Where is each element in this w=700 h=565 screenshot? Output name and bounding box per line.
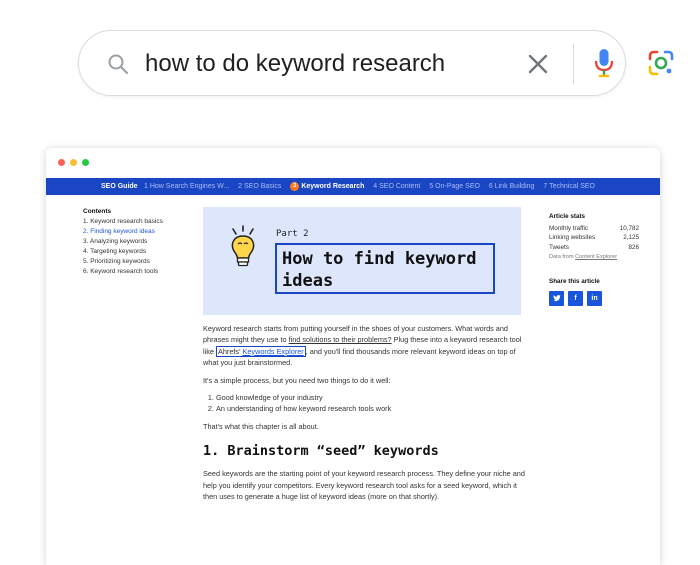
- search-divider: [573, 44, 574, 84]
- google-lens-icon[interactable]: [647, 49, 675, 77]
- guide-navbar: SEO Guide 1 How Search Engines W... 2 SE…: [46, 178, 660, 195]
- nav-item-3-label: Keyword Research: [301, 183, 365, 190]
- window-minimize-button[interactable]: [70, 159, 77, 166]
- paragraph-simple-process: It's a simple process, but you need two …: [203, 375, 391, 385]
- toc-title: Contents: [83, 208, 112, 215]
- stat-value: 2,125: [623, 234, 639, 241]
- lightbulb-icon: [231, 225, 255, 267]
- link-text: Keywords Explorer: [242, 346, 304, 356]
- toc-item-active[interactable]: 2. Finding keyword ideas: [83, 227, 203, 237]
- twitter-icon: [552, 295, 561, 302]
- nav-items: 1 How Search Engines W... 2 SEO Basics 3…: [144, 178, 602, 195]
- stat-row-traffic: Monthly traffic 10,782: [549, 224, 639, 234]
- window-titlebar: [46, 148, 660, 178]
- share-buttons: f in: [549, 291, 639, 306]
- nav-item-4[interactable]: 4 SEO Content: [373, 178, 420, 195]
- stat-value: 10,782: [619, 224, 639, 232]
- stats-source: Data from Content Explorer: [549, 253, 639, 263]
- facebook-share-button[interactable]: f: [568, 291, 583, 306]
- list-item: Good knowledge of your industry: [216, 392, 529, 403]
- nav-brand[interactable]: SEO Guide: [101, 178, 138, 195]
- keywords-explorer-link[interactable]: Ahrefs' Keywords Explorer: [215, 345, 306, 357]
- content-explorer-link[interactable]: Content Explorer: [575, 254, 617, 260]
- article-body: Keyword research starts from putting you…: [203, 323, 529, 508]
- stat-label: Tweets: [549, 243, 569, 251]
- source-prefix: Data from: [549, 254, 576, 260]
- chapter-hero: Part 2 How to find keyword ideas: [203, 207, 521, 315]
- stat-value: 826: [628, 243, 639, 251]
- stat-label: Linking websites: [549, 234, 596, 241]
- browser-window: SEO Guide 1 How Search Engines W... 2 SE…: [46, 148, 660, 565]
- page-title: How to find keyword ideas: [275, 243, 495, 294]
- clear-icon[interactable]: [525, 51, 551, 77]
- nav-item-2[interactable]: 2 SEO Basics: [238, 178, 281, 195]
- stat-row-linking: Linking websites 2,125: [549, 233, 639, 243]
- search-input[interactable]: how to do keyword research: [145, 48, 445, 80]
- nav-item-5[interactable]: 5 On-Page SEO: [429, 178, 480, 195]
- stats-title: Article stats: [549, 213, 586, 220]
- nav-item-6[interactable]: 6 Link Building: [489, 178, 535, 195]
- link-prefix: Ahrefs': [217, 346, 243, 356]
- list-item: An understanding of how keyword research…: [216, 403, 529, 414]
- toc-item[interactable]: 5. Prioritizing keywords: [83, 257, 203, 267]
- share-title: Share this article: [549, 277, 600, 285]
- search-bar[interactable]: how to do keyword research: [78, 30, 674, 96]
- stat-label: Monthly traffic: [549, 224, 589, 232]
- toc-item[interactable]: 3. Analyzing keywords: [83, 237, 203, 247]
- nav-item-7[interactable]: 7 Technical SEO: [543, 178, 595, 195]
- toc-item[interactable]: 4. Targeting keywords: [83, 247, 203, 257]
- chapter-part-label: Part 2: [276, 229, 309, 239]
- microphone-icon[interactable]: [593, 47, 615, 79]
- toc-item[interactable]: 6. Keyword research tools: [83, 267, 203, 277]
- window-close-button[interactable]: [58, 159, 65, 166]
- section-heading: 1. Brainstorm “seed” keywords: [203, 443, 439, 460]
- linkedin-share-button[interactable]: in: [587, 291, 602, 306]
- intro-underlined-text: find solutions to their problems?: [288, 335, 392, 345]
- table-of-contents: Contents 1. Keyword research basics 2. F…: [83, 207, 203, 277]
- toc-item[interactable]: 1. Keyword research basics: [83, 217, 203, 227]
- stat-row-tweets: Tweets 826: [549, 243, 639, 253]
- nav-item-1[interactable]: 1 How Search Engines W...: [144, 178, 229, 195]
- nav-item-3[interactable]: 3 Keyword Research: [290, 178, 364, 195]
- article-stats-panel: Article stats Monthly traffic 10,782 Lin…: [549, 212, 639, 306]
- window-maximize-button[interactable]: [82, 159, 89, 166]
- paragraph-intro: Keyword research starts from putting you…: [203, 323, 529, 369]
- twitter-share-button[interactable]: [549, 291, 564, 306]
- search-icon[interactable]: [106, 52, 130, 76]
- requirements-list: Good knowledge of your industry An under…: [203, 392, 529, 415]
- paragraph-seed-keywords: Seed keywords are the starting point of …: [203, 469, 525, 502]
- nav-item-3-badge: 3: [290, 181, 300, 191]
- paragraph-chapter-about: That's what this chapter is all about.: [203, 421, 319, 431]
